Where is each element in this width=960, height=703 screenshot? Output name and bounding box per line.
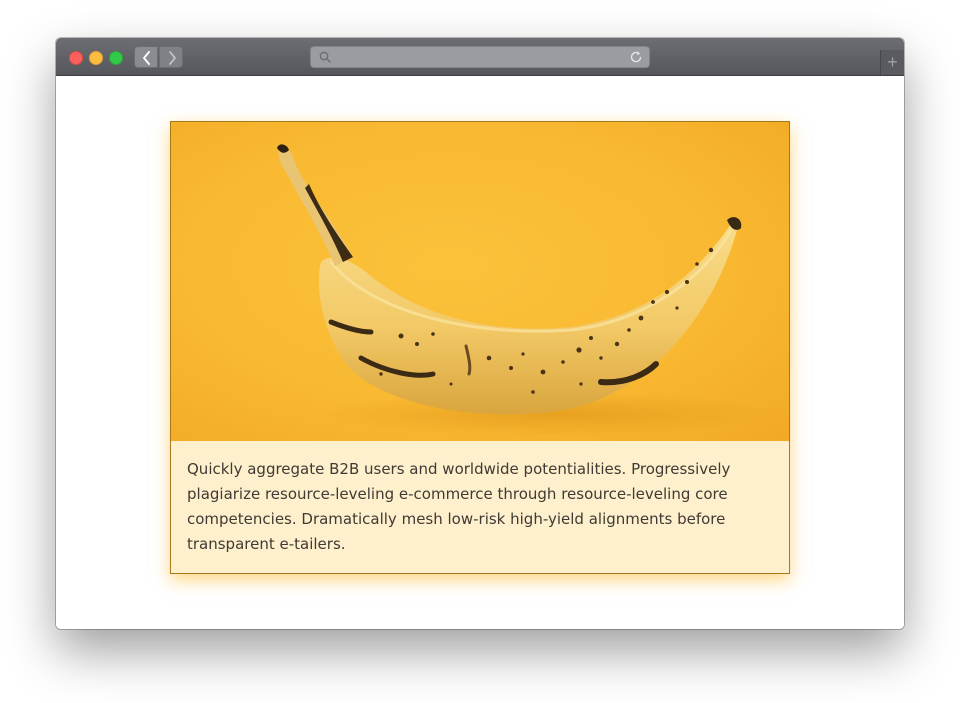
maximize-window-button[interactable] (109, 51, 123, 65)
back-button[interactable] (134, 46, 158, 68)
address-bar[interactable] (310, 46, 650, 68)
minimize-window-button[interactable] (89, 51, 103, 65)
browser-window: + Quickly aggregate B2B users and worldw… (56, 38, 904, 629)
close-window-button[interactable] (69, 51, 83, 65)
chevron-left-icon (143, 51, 150, 65)
reload-icon[interactable] (629, 50, 643, 64)
card-description: Quickly aggregate B2B users and worldwid… (187, 460, 731, 553)
banana-illustration (277, 144, 781, 436)
banana-image (171, 122, 789, 441)
new-tab-button[interactable]: + (880, 50, 904, 75)
title-bar: + (56, 38, 904, 76)
search-icon (319, 51, 331, 63)
content-card: Quickly aggregate B2B users and worldwid… (170, 121, 790, 574)
page-content: Quickly aggregate B2B users and worldwid… (56, 76, 904, 629)
address-input[interactable] (337, 49, 621, 67)
chevron-right-icon (169, 51, 176, 65)
forward-button[interactable] (159, 46, 183, 68)
